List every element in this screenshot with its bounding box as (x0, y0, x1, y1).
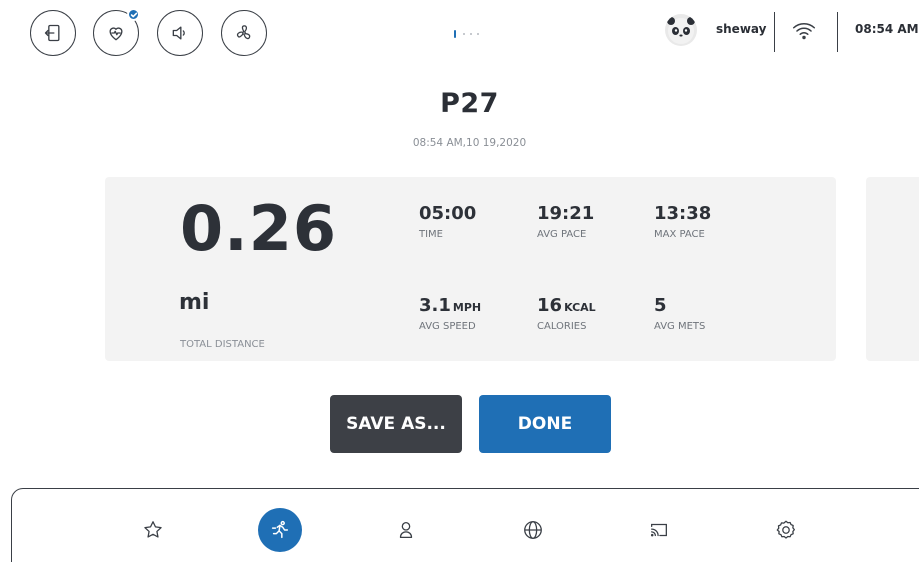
nav-cast[interactable] (637, 508, 681, 552)
cast-icon (650, 523, 667, 537)
wifi-icon[interactable] (791, 18, 817, 44)
stat-value: 19:21 (537, 203, 595, 224)
workout-datetime: 08:54 AM,10 19,2020 (412, 137, 527, 149)
stat-label: MAX PACE (654, 229, 705, 240)
page-dot (477, 33, 479, 35)
stat-avg-pace: 19:21 AVG PACE (537, 203, 594, 240)
stat-value: 05:00 (419, 203, 477, 224)
volume-button[interactable] (157, 10, 203, 56)
next-card-peek[interactable] (866, 177, 919, 361)
stat-label: AVG SPEED (419, 321, 476, 332)
nav-settings[interactable] (764, 508, 808, 552)
username[interactable]: sheway (716, 22, 766, 36)
stat-time: 05:00 TIME (419, 203, 476, 240)
save-as-button[interactable]: SAVE AS... (330, 395, 462, 453)
stat-value: 5 (654, 295, 667, 316)
check-icon (130, 12, 137, 17)
done-button[interactable]: DONE (479, 395, 611, 453)
divider (837, 12, 838, 52)
stat-value: 16 (537, 295, 563, 316)
nav-workout[interactable] (258, 508, 302, 552)
gear-icon (776, 520, 795, 539)
star-icon (144, 521, 162, 538)
page-title: P27 (440, 88, 499, 119)
stat-label: AVG PACE (537, 229, 587, 240)
clock: 08:54 AM (855, 22, 919, 36)
running-icon (271, 520, 289, 539)
page-indicator (454, 30, 479, 38)
panda-avatar-icon (667, 17, 695, 44)
stat-calories: 16 KCAL CALORIES (537, 295, 596, 332)
stat-max-pace: 13:38 MAX PACE (654, 203, 711, 240)
total-distance-unit: mi (179, 290, 210, 315)
stat-label: TIME (419, 229, 444, 240)
globe-icon (524, 521, 542, 539)
nav-global[interactable] (511, 508, 555, 552)
heart-rate-button[interactable] (93, 8, 140, 56)
total-distance-value: 0.26 (180, 192, 337, 265)
stat-value: 3.1 (419, 295, 451, 316)
page-dot (463, 33, 465, 35)
fan-button[interactable] (221, 10, 267, 56)
exit-icon (44, 24, 60, 42)
stat-avg-mets: 5 AVG METS (654, 295, 705, 332)
stat-avg-speed: 3.1 MPH AVG SPEED (419, 295, 481, 332)
speaker-icon (172, 26, 185, 40)
stat-label: CALORIES (537, 321, 587, 332)
stat-unit: MPH (452, 301, 482, 314)
stat-value: 13:38 (654, 203, 712, 224)
divider (774, 12, 775, 52)
total-distance-label: TOTAL DISTANCE (180, 339, 265, 350)
nav-favorites[interactable] (131, 508, 175, 552)
heart-rate-icon (109, 27, 123, 41)
stat-label: AVG METS (654, 321, 706, 332)
avatar[interactable] (665, 14, 697, 46)
fan-icon (236, 25, 251, 40)
check-badge (127, 8, 140, 21)
page-dot-active (454, 30, 456, 38)
stat-unit: KCAL (564, 301, 596, 314)
nav-profile[interactable] (384, 508, 428, 552)
location-pin-icon (399, 522, 413, 538)
exit-button[interactable] (30, 10, 76, 56)
page-dot (470, 33, 472, 35)
